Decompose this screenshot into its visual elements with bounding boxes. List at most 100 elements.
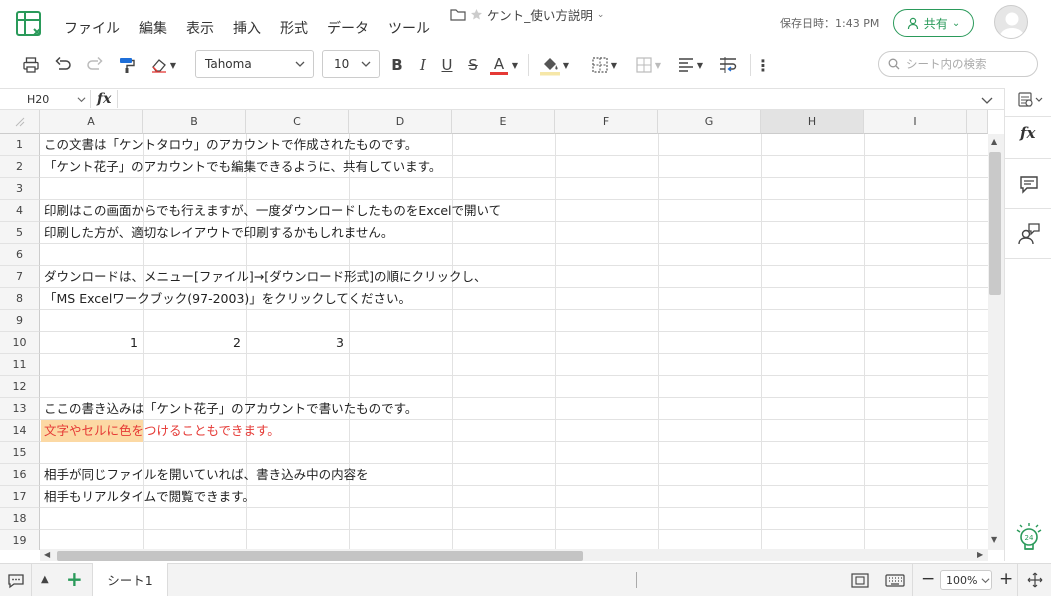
menu-tools[interactable]: ツール (388, 18, 430, 38)
row-header[interactable]: 6 (0, 244, 40, 266)
star-icon[interactable] (470, 8, 483, 21)
row-header[interactable]: 8 (0, 288, 40, 310)
cell-a14[interactable]: 文字やセルに色をつけることもできます。 (44, 420, 280, 442)
spreadsheet-grid[interactable]: A B C D E F G H I 1 2 3 4 5 6 7 8 9 10 1… (0, 110, 988, 550)
row-header[interactable]: 14 (0, 420, 40, 442)
scroll-left-icon[interactable]: ◀ (44, 550, 50, 559)
horizontal-scroll-thumb[interactable] (57, 551, 583, 561)
row-header[interactable]: 13 (0, 398, 40, 420)
column-header-c[interactable]: C (246, 110, 349, 134)
cell-a1[interactable]: この文書は「ケントタロウ」のアカウントで作成されたものです。 (44, 134, 417, 156)
zoom-out-icon[interactable]: − (921, 569, 935, 589)
fill-color-button[interactable]: ▼ (536, 52, 572, 78)
menu-insert[interactable]: 挿入 (233, 18, 261, 38)
row-header[interactable]: 9 (0, 310, 40, 332)
row-header[interactable]: 12 (0, 376, 40, 398)
row-header[interactable]: 4 (0, 200, 40, 222)
cell-a7[interactable]: ダウンロードは、メニュー[ファイル]→[ダウンロード形式]の順にクリックし、 (44, 266, 486, 288)
title-chevron-down-icon[interactable]: ⌄ (597, 10, 605, 20)
fit-page-icon[interactable] (851, 573, 869, 588)
add-sheet-icon[interactable]: + (66, 569, 83, 589)
select-all-corner[interactable] (0, 110, 40, 134)
sheet-search-input[interactable]: シート内の検索 (878, 51, 1038, 77)
user-avatar[interactable] (994, 5, 1028, 39)
column-header-h[interactable]: H (761, 110, 864, 134)
row-header[interactable]: 17 (0, 486, 40, 508)
function-panel-icon[interactable]: fx (1020, 124, 1035, 142)
align-button[interactable]: ▼ (674, 52, 706, 78)
menu-view[interactable]: 表示 (186, 18, 214, 38)
row-header[interactable]: 16 (0, 464, 40, 486)
column-header-d[interactable]: D (349, 110, 452, 134)
column-header-e[interactable]: E (452, 110, 555, 134)
vertical-scroll-thumb[interactable] (989, 152, 1001, 295)
more-options-icon[interactable]: ⋮ (755, 52, 771, 78)
column-header-a[interactable]: A (40, 110, 143, 134)
bar-splitter[interactable] (636, 572, 637, 588)
merge-cells-button[interactable]: ▼ (630, 52, 666, 78)
menu-file[interactable]: ファイル (64, 18, 120, 38)
paint-format-button[interactable] (116, 52, 138, 78)
app-logo-icon[interactable] (14, 9, 46, 39)
scroll-up-icon[interactable]: ▲ (991, 137, 997, 146)
cell-a8[interactable]: 「MS Excelワークブック(97-2003)」をクリックしてください。 (44, 288, 411, 310)
row-header[interactable]: 15 (0, 442, 40, 464)
cell-a10[interactable]: 1 (40, 332, 143, 354)
column-header-f[interactable]: F (555, 110, 658, 134)
wrap-text-button[interactable] (716, 52, 740, 78)
redo-button[interactable] (84, 52, 106, 78)
sheet-tab[interactable]: シート1 (92, 563, 168, 596)
menu-data[interactable]: データ (327, 18, 369, 38)
row-header[interactable]: 3 (0, 178, 40, 200)
borders-button[interactable]: ▼ (586, 52, 622, 78)
cell-a17[interactable]: 相手もリアルタイムで閲覧できます。 (44, 486, 255, 508)
row-header[interactable]: 11 (0, 354, 40, 376)
strikethrough-button[interactable]: S (464, 52, 482, 78)
comment-icon[interactable] (1019, 174, 1039, 194)
column-header-i[interactable]: I (864, 110, 967, 134)
text-color-button[interactable]: A (488, 52, 510, 78)
formula-expand-chevron-icon[interactable] (981, 94, 993, 106)
function-icon[interactable]: fx (97, 88, 111, 110)
document-title[interactable]: ケント_使い方説明 (487, 5, 593, 24)
fullscreen-icon[interactable] (1027, 572, 1043, 588)
cell-a4[interactable]: 印刷はこの画面からでも行えますが、一度ダウンロードしたものをExcelで開いて (44, 200, 501, 222)
row-header[interactable]: 2 (0, 156, 40, 178)
clear-format-button[interactable]: ▼ (148, 52, 178, 78)
row-header[interactable]: 18 (0, 508, 40, 530)
keyboard-icon[interactable] (885, 574, 905, 587)
print-button[interactable] (20, 52, 42, 78)
chat-icon[interactable] (7, 573, 25, 589)
zoom-in-icon[interactable]: + (999, 569, 1013, 589)
column-header-b[interactable]: B (143, 110, 246, 134)
cell-c10[interactable]: 3 (246, 332, 349, 354)
undo-button[interactable] (52, 52, 74, 78)
cell-a16[interactable]: 相手が同じファイルを開いていれば、書き込み中の内容を (44, 464, 369, 486)
cell-b10[interactable]: 2 (143, 332, 246, 354)
row-header[interactable]: 1 (0, 134, 40, 156)
italic-button[interactable]: I (414, 52, 432, 78)
scroll-down-icon[interactable]: ▼ (991, 535, 997, 544)
cell-a5[interactable]: 印刷した方が、適切なレイアウトで印刷するかもしれません。 (44, 222, 393, 244)
name-box[interactable]: H20 (0, 88, 90, 110)
scroll-right-icon[interactable]: ▶ (977, 550, 983, 559)
row-header[interactable]: 5 (0, 222, 40, 244)
underline-button[interactable]: U (438, 52, 456, 78)
font-family-select[interactable]: Tahoma (195, 50, 314, 78)
sheet-settings-icon[interactable] (1018, 92, 1044, 108)
collaborators-icon[interactable] (1017, 222, 1041, 246)
bold-button[interactable]: B (388, 52, 406, 78)
cell-a13[interactable]: ここの書き込みは「ケント花子」のアカウントで書いたものです。 (44, 398, 417, 420)
lightbulb-icon[interactable]: 24 (1014, 522, 1044, 554)
row-header[interactable]: 10 (0, 332, 40, 354)
formula-bar[interactable] (0, 88, 1004, 110)
row-header[interactable]: 7 (0, 266, 40, 288)
font-size-select[interactable]: 10 (322, 50, 380, 78)
share-button[interactable]: 共有 ⌄ (893, 9, 974, 37)
row-header[interactable]: 19 (0, 530, 40, 550)
text-color-chevron-icon[interactable]: ▼ (510, 52, 520, 78)
menu-edit[interactable]: 編集 (139, 18, 167, 38)
column-header-g[interactable]: G (658, 110, 761, 134)
folder-icon[interactable] (450, 8, 466, 21)
zoom-select[interactable]: 100% (940, 570, 992, 590)
